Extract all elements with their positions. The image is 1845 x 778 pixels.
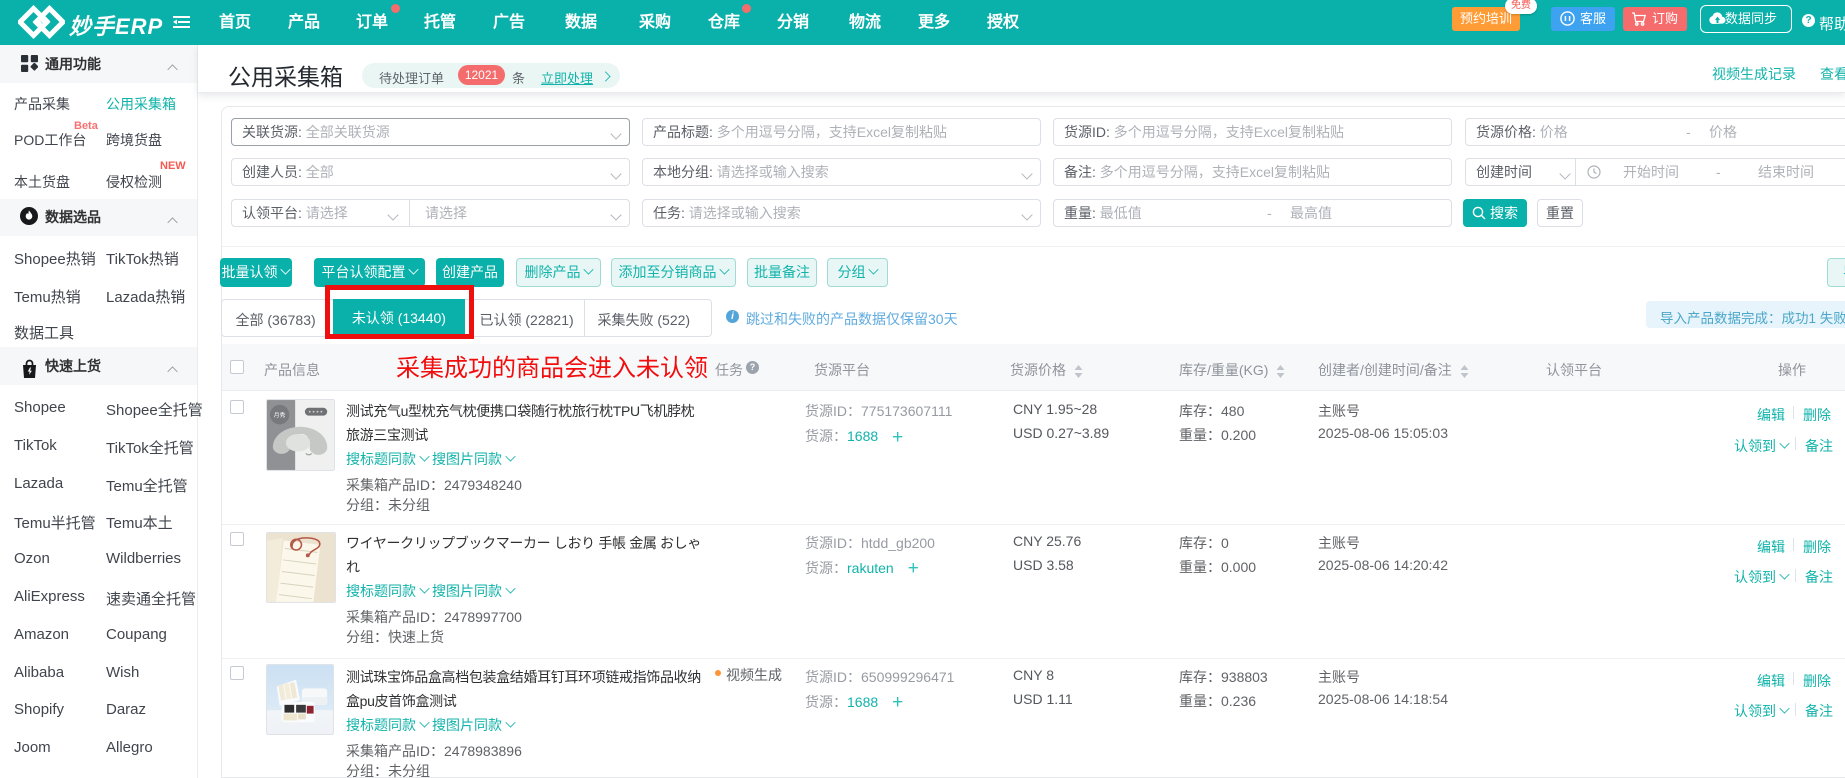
svg-text:月秀: 月秀 <box>274 411 286 419</box>
